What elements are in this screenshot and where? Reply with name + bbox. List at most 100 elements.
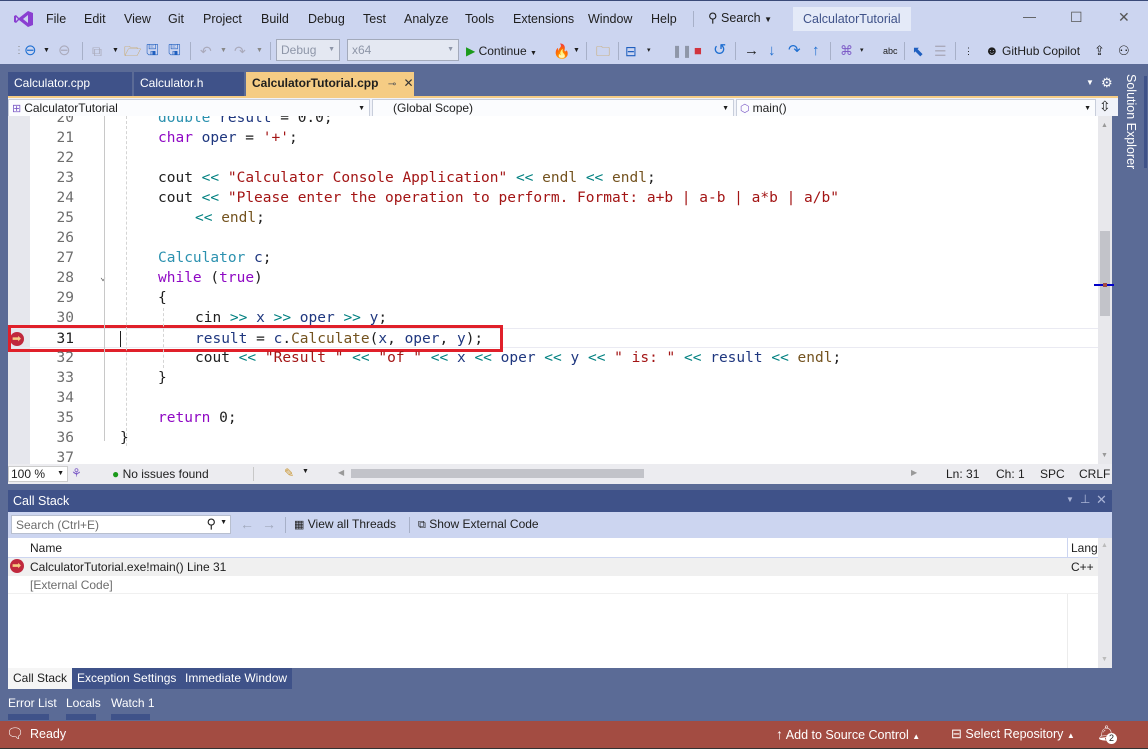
- solution-explorer-side-tab[interactable]: Solution Explorer: [1118, 72, 1148, 722]
- menu-analyze[interactable]: Analyze: [404, 12, 448, 26]
- navigate-back-icon[interactable]: ⊖: [24, 41, 37, 61]
- overflow-icon[interactable]: ⋮: [964, 41, 973, 61]
- column-header-name[interactable]: Name: [30, 541, 62, 555]
- line-ending-indicator[interactable]: CRLF: [1079, 467, 1110, 481]
- chevron-down-icon[interactable]: ▼: [256, 41, 263, 61]
- save-icon[interactable]: 🖫: [146, 41, 159, 61]
- open-folder-icon[interactable]: 🗁: [124, 41, 141, 61]
- menu-git[interactable]: Git: [168, 12, 184, 26]
- chevron-down-icon[interactable]: ▼: [573, 41, 580, 61]
- configuration-dropdown[interactable]: Debug ▼: [276, 39, 340, 61]
- tab-watch-1[interactable]: Watch 1: [111, 696, 155, 720]
- line-number-indicator[interactable]: Ln: 31: [946, 467, 979, 481]
- feedback-icon[interactable]: ⚇: [1118, 41, 1130, 61]
- menu-debug[interactable]: Debug: [308, 12, 345, 26]
- current-code-line[interactable]: 31 result = c.Calculate(x, oper, y); ➡: [8, 325, 1098, 352]
- scroll-up-arrow-icon[interactable]: ▲: [1101, 122, 1108, 129]
- step-over-icon[interactable]: ↷: [788, 41, 801, 61]
- search-icon[interactable]: ⚲: [206, 516, 216, 532]
- new-project-icon[interactable]: ⧉: [92, 41, 102, 61]
- call-stack-scrollbar[interactable]: ▲ ▼: [1098, 538, 1112, 668]
- code-map-icon[interactable]: ⌘: [840, 41, 853, 61]
- scope-dropdown[interactable]: (Global Scope) ▼: [372, 99, 734, 117]
- indent-icon[interactable]: ☰: [934, 41, 947, 61]
- close-button[interactable]: ✕: [1118, 9, 1130, 26]
- table-row[interactable]: ➡ CalculatorTutorial.exe!main() Line 31 …: [8, 558, 1098, 576]
- tab-calculator-h[interactable]: Calculator.h: [134, 72, 244, 96]
- code-line[interactable]: 34: [8, 388, 1098, 408]
- spell-check-icon[interactable]: abc: [883, 41, 898, 61]
- horizontal-scrollbar-thumb[interactable]: [351, 469, 644, 478]
- menu-help[interactable]: Help: [651, 12, 677, 26]
- tab-locals[interactable]: Locals: [66, 696, 101, 720]
- menu-tools[interactable]: Tools: [465, 12, 494, 26]
- code-line[interactable]: 33}: [8, 368, 1098, 388]
- whitespace-indicator[interactable]: SPC: [1040, 467, 1065, 481]
- intellicode-icon[interactable]: ⚘: [71, 466, 82, 480]
- code-line[interactable]: 32 cout << "Result " << "of " << x << ope…: [8, 348, 1098, 368]
- hot-reload-icon[interactable]: 🔥: [553, 41, 570, 61]
- split-window-icon[interactable]: ⇳: [1099, 98, 1111, 115]
- tab-list-dropdown-icon[interactable]: ▼: [1086, 78, 1094, 87]
- project-dropdown[interactable]: ⊞ CalculatorTutorial ▼: [8, 99, 370, 117]
- undo-icon[interactable]: ↶: [200, 41, 212, 61]
- search-button[interactable]: ⚲ Search ▼: [708, 10, 772, 26]
- editor-vertical-scrollbar[interactable]: ▲ ▼: [1094, 116, 1114, 464]
- code-cleanup-icon[interactable]: ✎: [284, 466, 294, 480]
- scroll-left-icon[interactable]: ◀: [338, 468, 344, 477]
- code-line[interactable]: 26: [8, 228, 1098, 248]
- call-stack-search-input[interactable]: Search (Ctrl+E) ⚲ ▼: [11, 515, 231, 534]
- platform-dropdown[interactable]: x64 ▼: [347, 39, 459, 61]
- show-next-statement-icon[interactable]: →: [744, 41, 759, 61]
- code-line[interactable]: 22: [8, 148, 1098, 168]
- code-line[interactable]: 24 cout << "Please enter the operation to…: [8, 188, 1098, 208]
- diagnostic-tools-icon[interactable]: ⊟: [625, 41, 637, 61]
- code-line[interactable]: 30 cin >> x >> oper >> y;: [8, 308, 1098, 328]
- github-copilot-button[interactable]: ☻ GitHub Copilot: [985, 41, 1080, 61]
- menu-edit[interactable]: Edit: [84, 12, 106, 26]
- step-into-icon[interactable]: ↓: [768, 41, 776, 61]
- scroll-down-arrow-icon[interactable]: ▼: [1101, 452, 1108, 459]
- show-external-code-button[interactable]: ⧉ Show External Code: [418, 517, 539, 532]
- tab-exception-settings[interactable]: Exception Settings: [72, 668, 182, 689]
- minimize-button[interactable]: —: [1023, 9, 1036, 24]
- tab-call-stack[interactable]: Call Stack: [8, 668, 73, 689]
- menu-test[interactable]: Test: [363, 12, 386, 26]
- code-line[interactable]: 28while (true)⌄: [8, 268, 1098, 288]
- current-statement-arrow-icon[interactable]: ➡: [10, 332, 24, 346]
- code-line[interactable]: 35 return 0;: [8, 408, 1098, 428]
- select-repository-button[interactable]: ⊟ Select Repository ▲: [951, 726, 1075, 742]
- menu-window[interactable]: Window: [588, 12, 632, 26]
- view-all-threads-button[interactable]: ▦ View all Threads: [294, 517, 396, 531]
- tab-calculator-cpp[interactable]: Calculator.cpp: [8, 72, 132, 96]
- tab-calculatortutorial-cpp[interactable]: CalculatorTutorial.cpp ⊸ ✕: [246, 72, 414, 96]
- back-arrow-icon[interactable]: ←: [240, 516, 254, 532]
- issues-indicator[interactable]: ● No issues found: [112, 467, 209, 481]
- chevron-down-icon[interactable]: ▼: [220, 41, 227, 61]
- char-indicator[interactable]: Ch: 1: [996, 467, 1025, 481]
- restart-icon[interactable]: ↺: [713, 41, 726, 61]
- pause-icon[interactable]: ❚❚: [672, 41, 692, 61]
- menu-file[interactable]: File: [46, 12, 66, 26]
- pin-icon[interactable]: ⊸: [388, 79, 396, 90]
- code-line[interactable]: 20 double result = 0.0;: [8, 116, 1098, 128]
- tab-error-list[interactable]: Error List: [8, 696, 57, 720]
- member-dropdown[interactable]: ⬡ main() ▼: [736, 99, 1096, 117]
- table-row[interactable]: [External Code]: [8, 576, 1098, 594]
- code-line[interactable]: 25 << endl;: [8, 208, 1098, 228]
- menu-build[interactable]: Build: [261, 12, 289, 26]
- forward-arrow-icon[interactable]: →: [262, 516, 276, 532]
- code-line[interactable]: 36}: [8, 428, 1098, 448]
- zoom-dropdown[interactable]: 100 % ▼: [8, 466, 68, 482]
- visual-studio-logo-icon[interactable]: [14, 10, 34, 28]
- chevron-down-icon[interactable]: ▼: [220, 519, 227, 526]
- browse-folder-icon[interactable]: 🗀: [596, 41, 610, 61]
- window-position-dropdown-icon[interactable]: ▼: [1066, 495, 1074, 504]
- maximize-button[interactable]: ☐: [1070, 9, 1083, 26]
- speech-bubble-icon[interactable]: 🗨: [6, 725, 24, 742]
- add-to-source-control-button[interactable]: ↑ Add to Source Control ▲: [776, 726, 920, 742]
- chevron-down-icon[interactable]: ▼: [43, 41, 50, 61]
- chevron-down-icon[interactable]: ▼: [112, 41, 119, 61]
- scroll-up-arrow-icon[interactable]: ▲: [1101, 542, 1108, 549]
- navigate-forward-icon[interactable]: ⊖: [58, 41, 71, 61]
